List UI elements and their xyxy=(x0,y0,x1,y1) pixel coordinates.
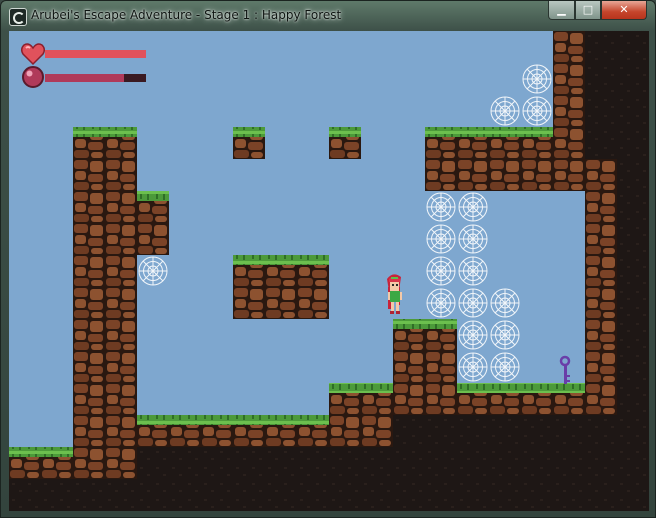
window-title: Arubei's Escape Adventure - Stage 1 : Ha… xyxy=(31,8,342,22)
cave-floor-upper xyxy=(361,415,617,447)
health-bar-fill xyxy=(45,50,146,58)
close-button[interactable]: ✕ xyxy=(601,1,647,20)
cave-floor xyxy=(105,447,649,511)
app-icon xyxy=(9,8,27,26)
title-bar[interactable]: Arubei's Escape Adventure - Stage 1 : Ha… xyxy=(1,1,655,31)
orb-icon xyxy=(22,66,44,88)
game-window: Arubei's Escape Adventure - Stage 1 : Ha… xyxy=(0,0,656,518)
game-viewport[interactable] xyxy=(9,31,649,511)
maximize-button[interactable]: □ xyxy=(575,1,601,20)
game-scene xyxy=(9,31,649,511)
cave-floor-left xyxy=(9,479,105,511)
magic-bar-fill xyxy=(45,74,124,82)
minimize-button[interactable]: ▁ xyxy=(548,1,575,20)
